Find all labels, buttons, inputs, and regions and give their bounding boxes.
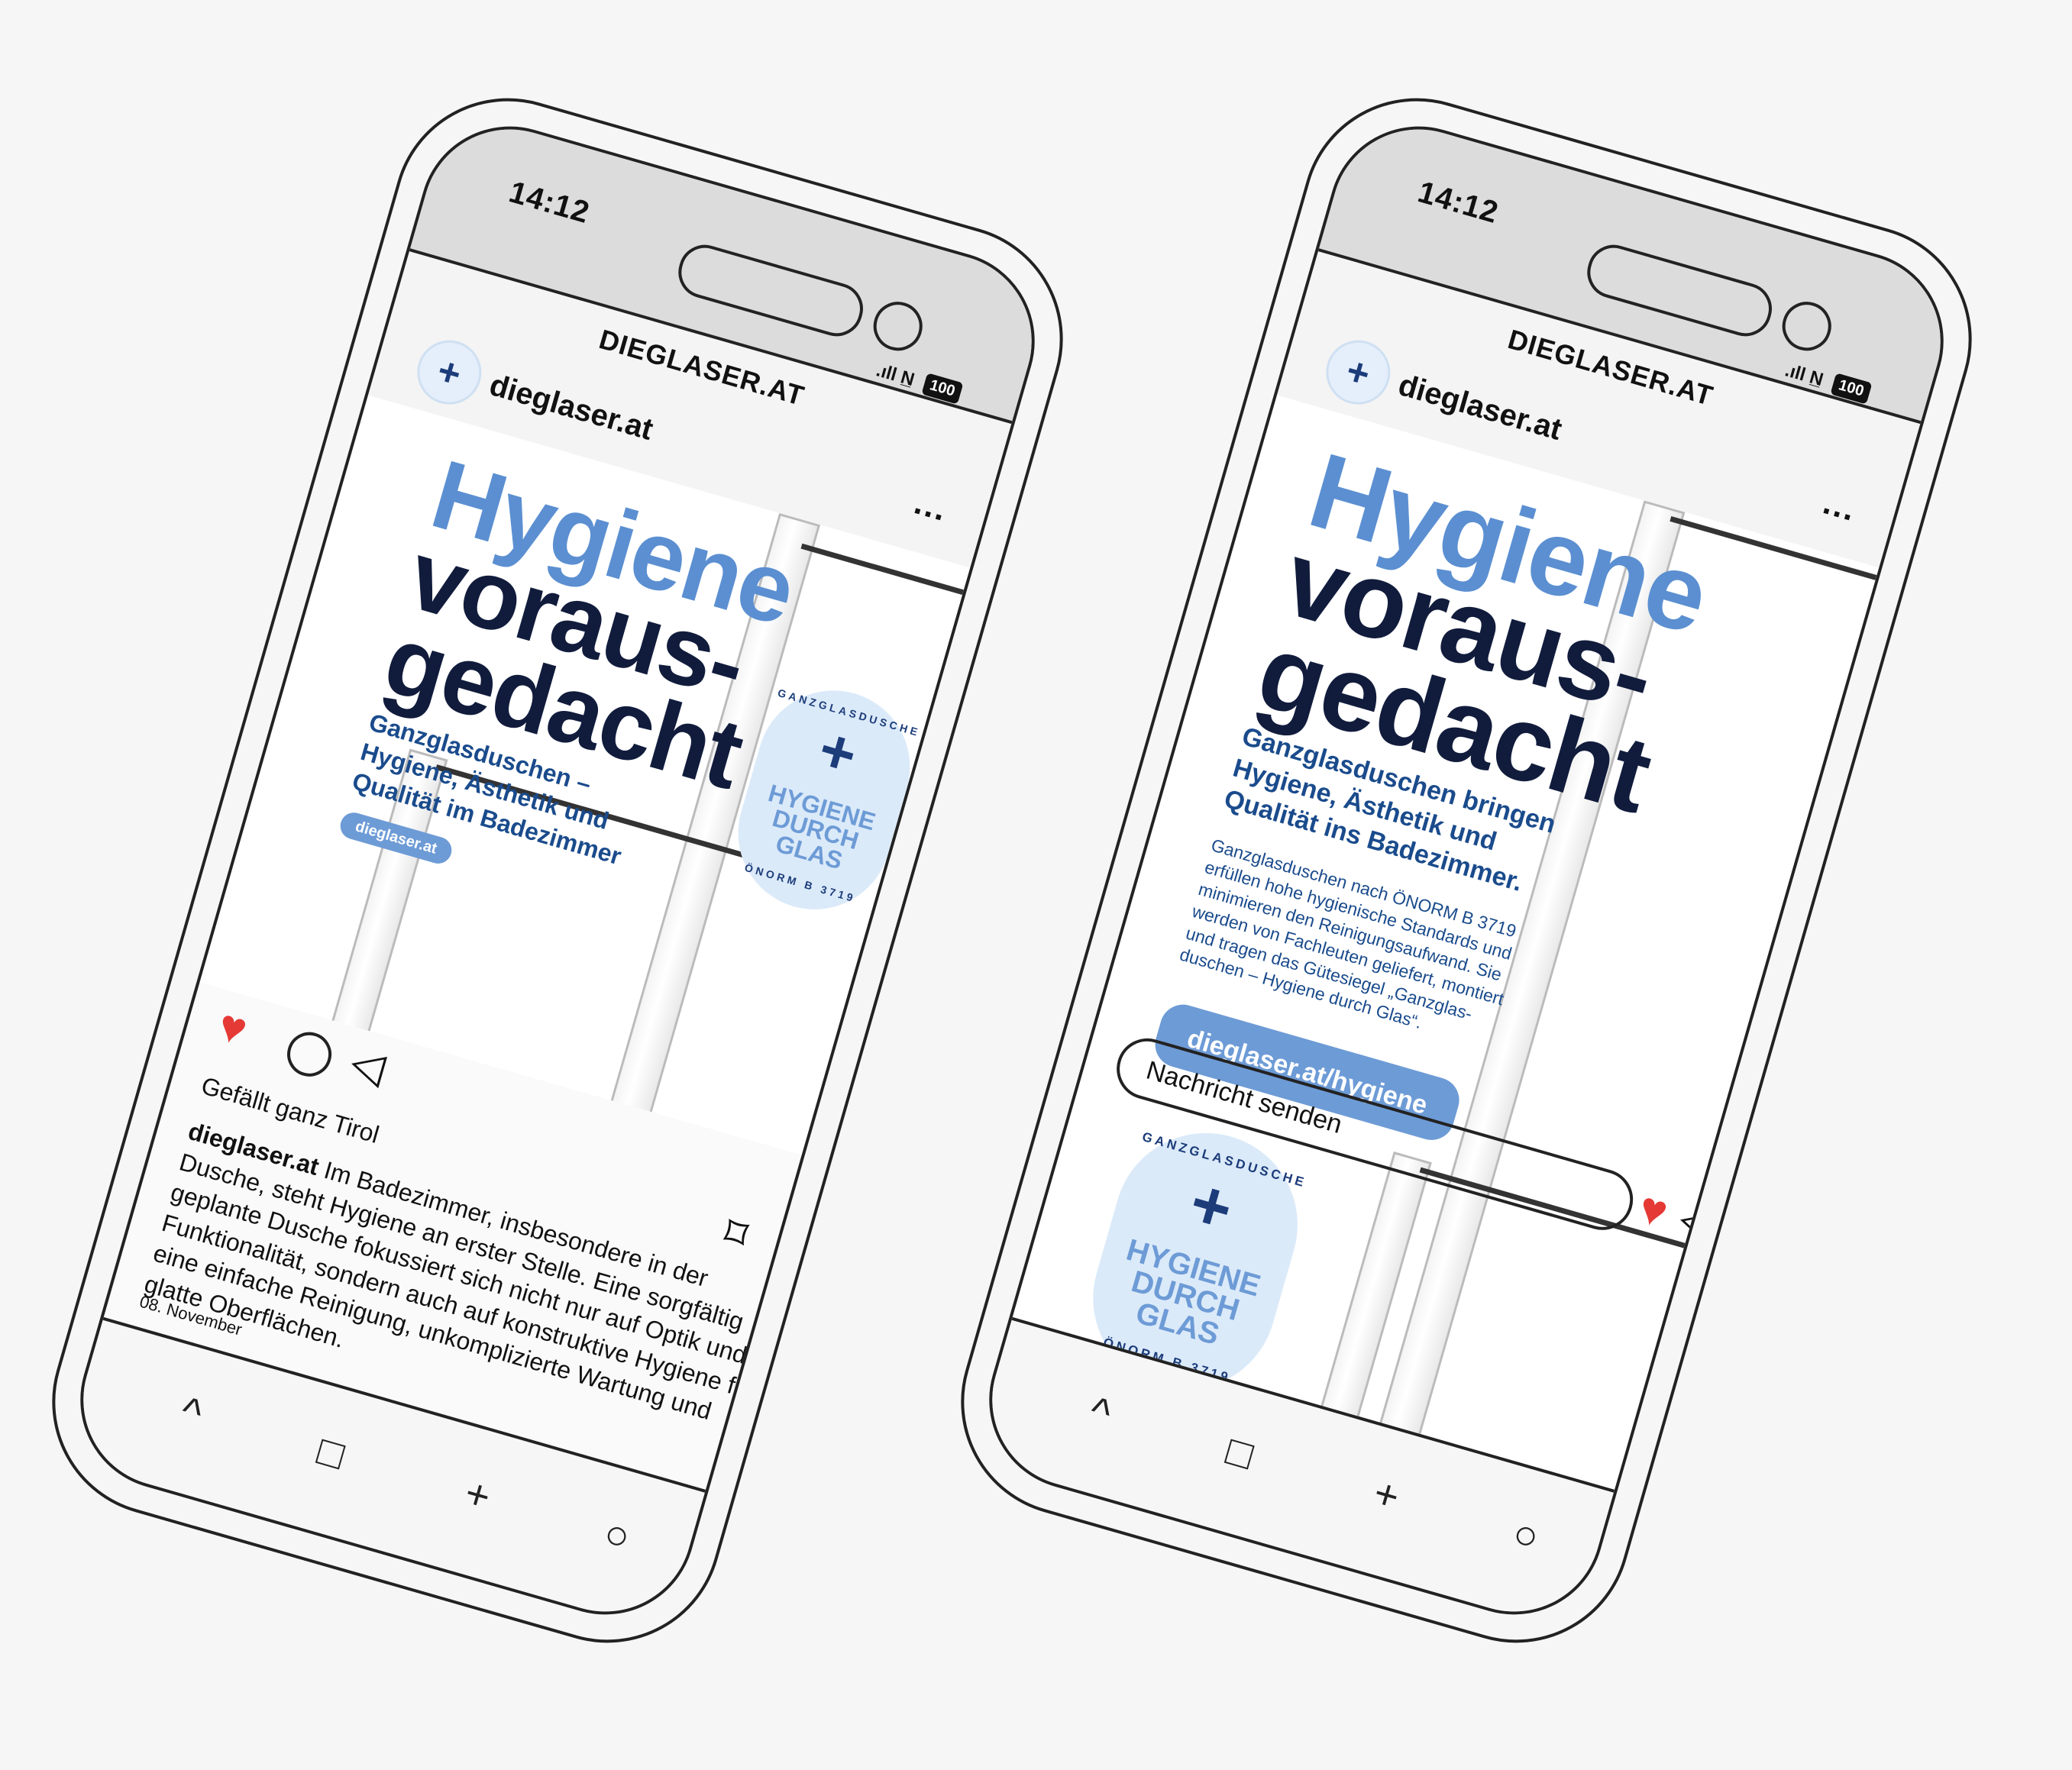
nav-plus-icon[interactable]: + — [444, 1462, 511, 1529]
nav-back-chevron-icon[interactable]: ^ — [1067, 1380, 1133, 1446]
front-camera — [868, 296, 929, 357]
share-icon[interactable]: ◁ — [345, 1036, 391, 1093]
bookmark-icon[interactable]: ⌑ — [719, 1206, 754, 1261]
comment-icon[interactable] — [282, 1026, 337, 1082]
phone-right: 14:12 .ıll N̲ 100 DIEGLASER.AT + dieglas… — [933, 71, 1999, 1670]
nav-square-icon[interactable]: □ — [298, 1420, 364, 1486]
story-image: Hygiene voraus- gedacht Ganzglasduschen … — [1009, 395, 1880, 1500]
more-options-icon[interactable]: ... — [910, 483, 952, 529]
phone-left: 14:12 .ıll N̲ 100 DIEGLASER.AT + dieglas… — [24, 71, 1091, 1670]
more-options-icon[interactable]: ... — [1819, 483, 1861, 529]
nav-plus-icon[interactable]: + — [1353, 1462, 1420, 1529]
camera-pill — [1581, 238, 1778, 343]
camera-pill — [672, 238, 869, 343]
phone-screen: 14:12 .ıll N̲ 100 DIEGLASER.AT + dieglas… — [59, 105, 1056, 1636]
nav-circle-icon[interactable]: ○ — [584, 1502, 651, 1568]
status-time: 14:12 — [1414, 175, 1503, 231]
status-time: 14:12 — [505, 175, 594, 231]
nav-back-chevron-icon[interactable]: ^ — [158, 1380, 225, 1446]
like-heart-icon[interactable]: ♥ — [212, 998, 253, 1056]
avatar[interactable]: + — [1318, 332, 1398, 412]
phone-screen: 14:12 .ıll N̲ 100 DIEGLASER.AT + dieglas… — [968, 105, 1965, 1636]
nav-square-icon[interactable]: □ — [1207, 1420, 1273, 1486]
avatar[interactable]: + — [409, 332, 490, 412]
front-camera — [1776, 296, 1838, 357]
nav-circle-icon[interactable]: ○ — [1493, 1502, 1560, 1568]
